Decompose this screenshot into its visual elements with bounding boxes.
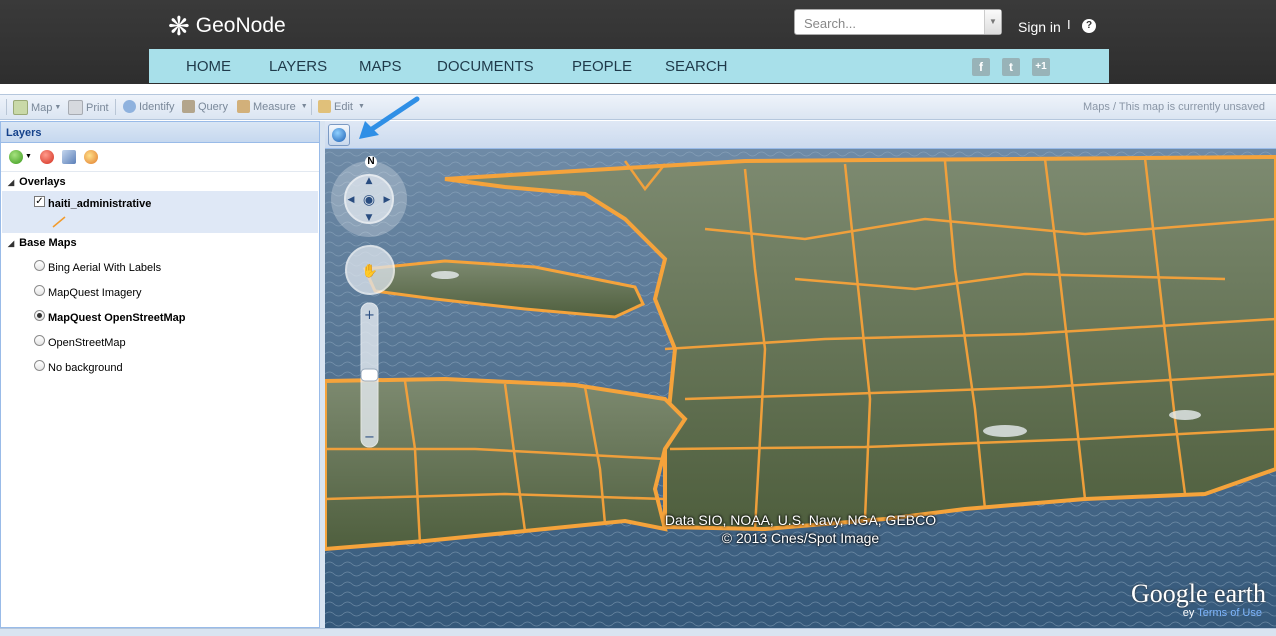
print-button[interactable]: Print [68, 100, 109, 115]
zoom-in-icon[interactable]: + [364, 308, 375, 323]
collapse-triangle-icon[interactable]: ◢ [8, 239, 14, 248]
add-layer-icon[interactable] [9, 150, 23, 164]
terms-of-use: ey Terms of Use [1183, 607, 1262, 619]
compass-north-label: N [365, 156, 377, 168]
map-toolbar: Map ▼ Print Identify Query Measure ▼ Edit ▼… [0, 94, 1276, 120]
chevron-left-icon[interactable]: ◀ [348, 195, 355, 205]
measure-label: Measure [253, 100, 296, 113]
info-icon [123, 100, 136, 113]
overlay-layer-item[interactable]: ✓ haiti_administrative [34, 195, 152, 210]
line-legend-icon [52, 216, 66, 228]
nav-search[interactable]: SEARCH [665, 58, 728, 75]
globe-icon [332, 128, 346, 142]
overlays-label: Overlays [19, 176, 66, 188]
basemap-label: Bing Aerial With Labels [48, 262, 162, 274]
print-label: Print [86, 101, 109, 114]
printer-icon [68, 100, 83, 115]
nav-layers[interactable]: LAYERS [269, 58, 327, 75]
zoom-slider-thumb[interactable] [360, 368, 379, 382]
nav-documents[interactable]: DOCUMENTS [437, 58, 534, 75]
basemap-label: OpenStreetMap [48, 337, 126, 349]
edit-label: Edit [334, 100, 353, 113]
zoom-out-icon[interactable]: − [364, 430, 375, 445]
chevron-down-icon: ▼ [300, 103, 308, 110]
map-viewport[interactable]: ◉ ▲ ▼ ◀ ▶ ✋ + − N Data SIO, NOAA, U.S. N… [325, 149, 1276, 628]
wrench-icon[interactable] [62, 150, 76, 164]
query-label: Query [198, 100, 228, 113]
chevron-down-icon: ▼ [54, 104, 62, 111]
earth-3d-view[interactable]: ◉ ▲ ▼ ◀ ▶ ✋ + − [325, 149, 1276, 628]
twitter-icon[interactable]: t [1002, 58, 1020, 76]
chevron-down-icon[interactable]: ▼ [366, 213, 373, 223]
map-icon [13, 100, 28, 115]
search-dropdown-arrow-icon[interactable]: ▼ [984, 10, 1001, 34]
basemap-label: No background [48, 362, 123, 374]
base-maps-label: Base Maps [19, 237, 77, 249]
basemap-item[interactable]: No background [34, 359, 123, 374]
header-separator: I [1067, 17, 1071, 32]
basemap-radio[interactable] [34, 284, 45, 296]
remove-layer-icon[interactable] [40, 150, 54, 164]
facebook-icon[interactable]: f [972, 58, 990, 76]
basemap-radio[interactable] [34, 259, 45, 271]
overlays-group[interactable]: ◢ Overlays [8, 176, 66, 188]
nav-maps[interactable]: MAPS [359, 58, 402, 75]
search-box[interactable]: ▼ [794, 9, 1002, 35]
basemap-item[interactable]: Bing Aerial With Labels [34, 259, 162, 274]
logo-text: GeoNode [195, 14, 286, 37]
basemap-item[interactable]: OpenStreetMap [34, 334, 126, 349]
geonode-logo[interactable]: ❋ GeoNode [168, 10, 286, 42]
layers-panel: Layers ▼ ◢ Overlays ✓ haiti_administrati… [0, 121, 320, 628]
identify-button[interactable]: Identify [123, 100, 174, 113]
google-earth-logo: Google earth [1130, 579, 1266, 608]
map-attribution-line2: © 2013 Cnes/Spot Image [721, 530, 880, 546]
chevron-down-icon[interactable]: ▼ [25, 153, 32, 160]
map-menu-label: Map [31, 101, 53, 114]
basemap-radio-selected[interactable] [34, 309, 45, 321]
toolbar-divider [311, 99, 312, 115]
basemap-item[interactable]: MapQuest Imagery [34, 284, 142, 299]
map-attribution-line1: Data SIO, NOAA, U.S. Navy, NGA, GEBCO [664, 512, 937, 528]
overlay-layer-label: haiti_administrative [48, 198, 152, 210]
google-plus-icon[interactable]: +1 [1032, 58, 1050, 76]
snowflake-logo-icon: ❋ [168, 11, 190, 41]
basemap-item[interactable]: MapQuest OpenStreetMap [34, 309, 186, 324]
chevron-up-icon[interactable]: ▲ [366, 176, 373, 186]
main-nav: HOME LAYERS MAPS DOCUMENTS PEOPLE SEARCH… [149, 49, 1109, 83]
pencil-icon [318, 100, 331, 113]
hand-icon: ✋ [362, 263, 378, 279]
search-input[interactable] [802, 11, 986, 35]
toolbar-divider [6, 99, 7, 115]
layers-panel-toolbar: ▼ [1, 143, 319, 172]
nav-home[interactable]: HOME [186, 58, 231, 75]
query-button[interactable]: Query [182, 100, 228, 113]
basemap-radio[interactable] [34, 334, 45, 346]
top-bar: ❋ GeoNode ▼ Sign in I ? HOME LAYERS MAPS… [0, 0, 1276, 84]
binoculars-icon [182, 100, 195, 113]
basemap-label: MapQuest Imagery [48, 287, 142, 299]
identify-label: Identify [139, 100, 175, 113]
base-maps-group[interactable]: ◢ Base Maps [8, 237, 77, 249]
pointer-arrow-icon [359, 96, 420, 139]
eye-icon: ◉ [363, 192, 375, 208]
map-menu-button[interactable]: Map ▼ [13, 100, 61, 115]
sign-in-link[interactable]: Sign in [1018, 19, 1061, 35]
map-breadcrumb: Maps / This map is currently unsaved [1083, 101, 1265, 113]
terms-prefix: ey [1182, 607, 1195, 619]
help-icon[interactable]: ? [1082, 19, 1096, 33]
chevron-right-icon[interactable]: ▶ [384, 195, 391, 205]
layer-visibility-checkbox[interactable]: ✓ [34, 195, 45, 207]
basemap-radio[interactable] [34, 359, 45, 371]
toolbar-divider [115, 99, 116, 115]
style-palette-icon[interactable] [84, 150, 98, 164]
terms-of-use-link[interactable]: Terms of Use [1197, 607, 1262, 619]
map-panel-header [325, 96, 1276, 149]
measure-button[interactable]: Measure ▼ [237, 100, 308, 113]
layers-panel-title: Layers [1, 122, 319, 143]
collapse-triangle-icon[interactable]: ◢ [8, 178, 14, 187]
google-earth-toggle-button[interactable] [328, 124, 350, 146]
nav-people[interactable]: PEOPLE [572, 58, 632, 75]
basemap-label: MapQuest OpenStreetMap [48, 312, 186, 324]
ruler-icon [237, 100, 250, 113]
